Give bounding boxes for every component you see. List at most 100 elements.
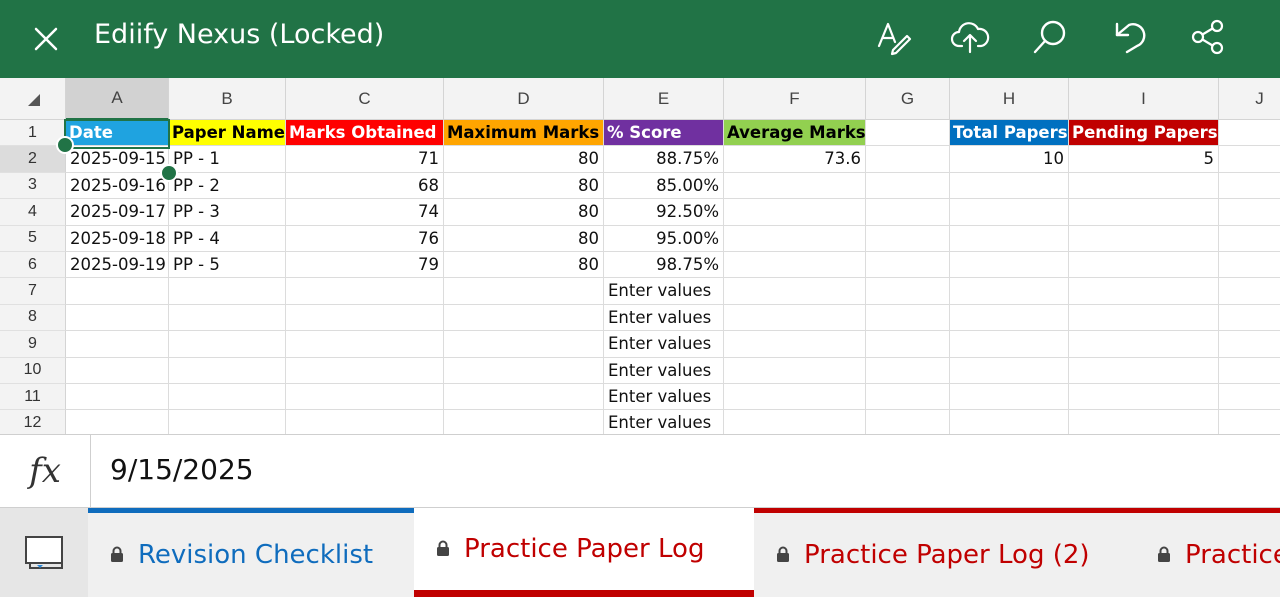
cell[interactable] — [724, 278, 866, 305]
cell-score-placeholder[interactable]: Enter values — [604, 304, 724, 332]
row-header[interactable]: 10 — [0, 357, 66, 384]
cell[interactable] — [1069, 304, 1219, 332]
cell[interactable] — [66, 278, 169, 305]
cell[interactable] — [866, 410, 950, 434]
cell-score-placeholder[interactable]: Enter values — [604, 331, 724, 358]
cell[interactable] — [866, 252, 950, 279]
row-header[interactable]: 6 — [0, 252, 66, 279]
column-header-h[interactable]: H — [950, 78, 1069, 120]
cell[interactable] — [169, 304, 286, 332]
cell[interactable] — [1069, 384, 1219, 411]
cell[interactable] — [1219, 199, 1280, 226]
cell[interactable] — [1069, 278, 1219, 305]
cell[interactable] — [950, 278, 1069, 305]
cell[interactable] — [286, 410, 444, 434]
cell[interactable] — [1069, 357, 1219, 384]
cell[interactable] — [286, 357, 444, 384]
cell[interactable] — [950, 410, 1069, 434]
cell[interactable] — [950, 225, 1069, 252]
cell-marks-obtained[interactable]: 74 — [286, 199, 444, 226]
cell[interactable] — [444, 410, 604, 434]
cell[interactable] — [1069, 199, 1219, 226]
cell[interactable] — [169, 331, 286, 358]
cell[interactable] — [866, 146, 950, 173]
cell[interactable] — [1069, 410, 1219, 434]
cell[interactable] — [1219, 278, 1280, 305]
cell[interactable] — [286, 331, 444, 358]
row-header[interactable]: 9 — [0, 331, 66, 358]
cell[interactable] — [444, 331, 604, 358]
pen-edit-icon[interactable] — [874, 17, 914, 57]
header-cell-date[interactable]: Date — [66, 120, 169, 147]
cell[interactable] — [1219, 146, 1280, 173]
function-icon[interactable]: fx — [0, 435, 91, 507]
cell[interactable] — [1219, 173, 1280, 200]
cell[interactable] — [866, 384, 950, 411]
cell-paper-name[interactable]: PP - 2 — [169, 172, 286, 200]
cell-score[interactable]: 98.75% — [604, 252, 724, 279]
cell-score-placeholder[interactable]: Enter values — [604, 278, 724, 305]
cell-average-marks[interactable]: 73.6 — [724, 146, 866, 173]
row-header[interactable]: 4 — [0, 199, 66, 226]
cell[interactable] — [866, 120, 950, 147]
header-cell-total-papers[interactable]: Total Papers — [950, 120, 1069, 147]
cell[interactable] — [950, 304, 1069, 332]
cell-marks-obtained[interactable]: 79 — [286, 252, 444, 279]
cell[interactable] — [1069, 225, 1219, 252]
cell[interactable] — [950, 331, 1069, 358]
cell[interactable] — [169, 278, 286, 305]
cell-date[interactable]: 2025-09-16 — [66, 172, 169, 200]
cell[interactable] — [866, 304, 950, 332]
cell[interactable] — [169, 357, 286, 384]
cell[interactable] — [724, 384, 866, 411]
header-cell-average-marks[interactable]: Average Marks — [724, 120, 866, 147]
header-cell-pending-papers[interactable]: Pending Papers — [1069, 120, 1219, 147]
cell[interactable] — [866, 278, 950, 305]
cell-date[interactable]: 2025-09-18 — [66, 225, 169, 252]
cell-date[interactable]: 2025-09-17 — [66, 199, 169, 226]
header-cell-paper-name[interactable]: Paper Name — [169, 120, 286, 147]
cell[interactable] — [444, 304, 604, 332]
cell-marks-obtained[interactable]: 76 — [286, 225, 444, 252]
cell[interactable] — [286, 304, 444, 332]
cell[interactable] — [724, 357, 866, 384]
column-header-g[interactable]: G — [866, 78, 950, 120]
row-header[interactable]: 3 — [0, 172, 66, 200]
cell-paper-name[interactable]: PP - 5 — [169, 252, 286, 279]
header-cell-score[interactable]: % Score — [604, 120, 724, 147]
cell[interactable] — [866, 199, 950, 226]
cell-paper-name[interactable]: PP - 3 — [169, 199, 286, 226]
row-header[interactable]: 8 — [0, 304, 66, 332]
cell[interactable] — [169, 384, 286, 411]
sheet-tab[interactable]: Practice Paper Log — [414, 508, 754, 597]
cell[interactable] — [66, 357, 169, 384]
cell[interactable] — [724, 410, 866, 434]
selection-handle-top-left[interactable] — [56, 136, 74, 154]
cell-score[interactable]: 88.75% — [604, 146, 724, 173]
cell[interactable] — [1069, 331, 1219, 358]
header-cell-marks-obtained[interactable]: Marks Obtained — [286, 120, 444, 147]
select-all-corner[interactable] — [0, 78, 66, 120]
cell[interactable] — [724, 225, 866, 252]
cell[interactable] — [950, 199, 1069, 226]
cell-paper-name[interactable]: PP - 4 — [169, 225, 286, 252]
cell[interactable] — [1219, 252, 1280, 279]
cell[interactable] — [444, 384, 604, 411]
cell-score[interactable]: 95.00% — [604, 225, 724, 252]
cell[interactable] — [724, 252, 866, 279]
spreadsheet-grid[interactable]: A B C D E F G H I J 1 2 3 4 5 6 7 8 9 10… — [0, 78, 1280, 434]
cell[interactable] — [724, 331, 866, 358]
cell[interactable] — [286, 278, 444, 305]
column-header-a[interactable]: A — [66, 78, 169, 120]
cell[interactable] — [1219, 226, 1280, 252]
column-header-j[interactable]: J — [1219, 78, 1280, 120]
cell[interactable] — [1219, 358, 1280, 384]
row-header[interactable]: 5 — [0, 225, 66, 252]
cell[interactable] — [866, 172, 950, 200]
cell[interactable] — [866, 331, 950, 358]
cell[interactable] — [1219, 305, 1280, 332]
cell[interactable] — [66, 331, 169, 358]
cell[interactable] — [950, 384, 1069, 411]
column-header-f[interactable]: F — [724, 78, 866, 120]
column-header-b[interactable]: B — [169, 78, 286, 120]
